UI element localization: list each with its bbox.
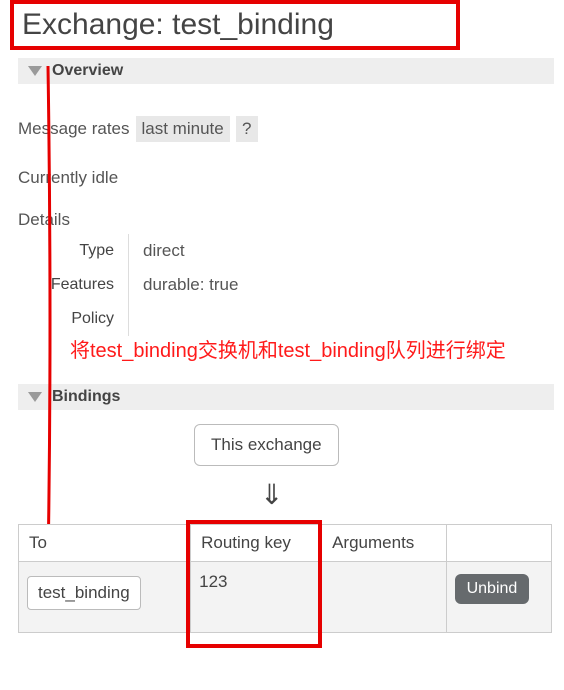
message-rates-row: Message rates last minute ? [18, 116, 258, 142]
message-rates-range-select[interactable]: last minute [136, 116, 230, 142]
detail-features-label: Features [22, 268, 129, 302]
down-arrow-icon: ⇓ [260, 478, 283, 511]
col-actions [446, 525, 551, 562]
bindings-section-header[interactable]: Bindings [18, 384, 554, 410]
binding-destination-link[interactable]: test_binding [27, 576, 141, 610]
page-title: Exchange: test_binding [22, 8, 334, 42]
chevron-down-icon [28, 392, 42, 402]
details-table: Type direct Features durable: true Polic… [22, 234, 238, 336]
this-exchange-box: This exchange [194, 424, 339, 466]
col-to: To [19, 525, 191, 562]
binding-routing-key: 123 [191, 562, 322, 633]
detail-type-label: Type [22, 234, 129, 268]
col-routing-key: Routing key [191, 525, 322, 562]
chevron-down-icon [28, 66, 42, 76]
message-rates-label: Message rates [18, 119, 130, 139]
detail-features-value: durable: true [129, 268, 238, 302]
idle-status: Currently idle [18, 168, 118, 188]
page-title-box: Exchange: test_binding [10, 0, 460, 50]
annotation-text: 将test_binding交换机和test_binding队列进行绑定 [70, 338, 540, 364]
overview-section-header[interactable]: Overview [18, 58, 554, 84]
help-icon[interactable]: ? [236, 116, 258, 142]
unbind-button[interactable]: Unbind [455, 574, 530, 604]
table-row: test_binding 123 Unbind [19, 562, 552, 633]
overview-label: Overview [52, 62, 123, 80]
detail-policy-label: Policy [22, 302, 129, 336]
binding-arguments [322, 562, 447, 633]
detail-type-value: direct [129, 234, 185, 268]
col-arguments: Arguments [322, 525, 447, 562]
bindings-table: To Routing key Arguments test_binding 12… [18, 524, 552, 633]
bindings-label: Bindings [52, 388, 120, 406]
table-header-row: To Routing key Arguments [19, 525, 552, 562]
details-heading: Details [18, 210, 70, 230]
